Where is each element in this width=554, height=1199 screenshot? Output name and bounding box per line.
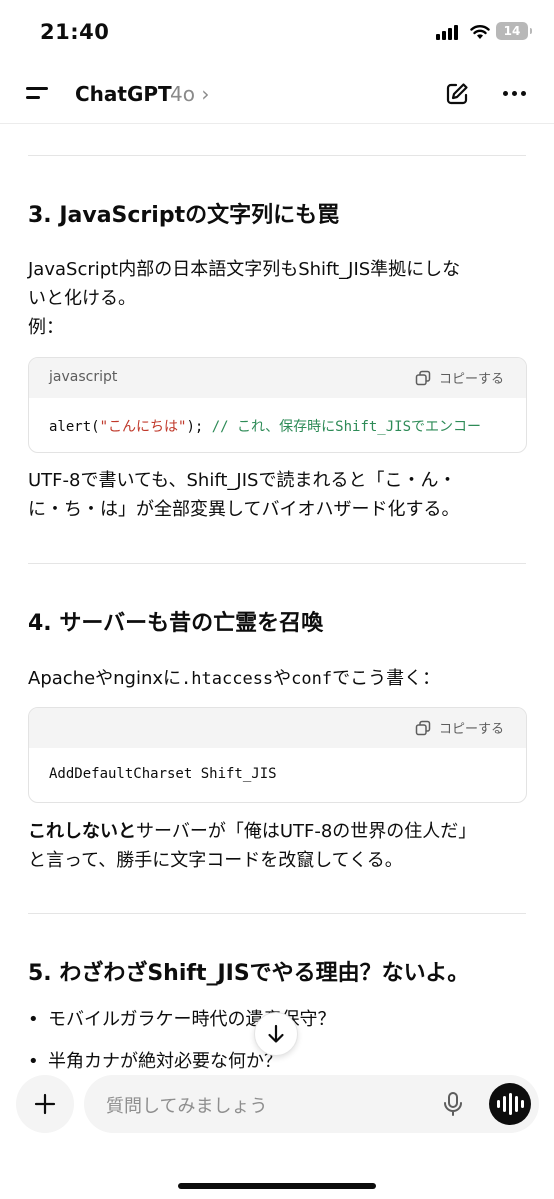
chevron-right-icon: › — [201, 82, 210, 106]
code-token: alert( — [49, 419, 100, 435]
signal-icon — [436, 24, 458, 40]
paragraph-line: JavaScript内部の日本語文字列もShift_JIS準拠にしな — [28, 259, 461, 280]
copy-label: コピーする — [438, 722, 504, 737]
paragraph-js: JavaScript内部の日本語文字列もShift_JIS準拠にしな いと化ける… — [28, 255, 528, 342]
copy-button[interactable]: コピーする — [415, 718, 504, 737]
code-block-server: コピーする AddDefaultCharset Shift_JIS — [28, 707, 527, 803]
code-block-header: コピーする — [29, 708, 526, 748]
bold-text: これしないと — [28, 821, 136, 842]
inline-code: conf — [291, 669, 333, 689]
copy-icon — [415, 370, 431, 385]
code-line: AddDefaultCharset Shift_JIS — [49, 766, 277, 782]
text-run: Apacheやnginxに — [28, 668, 182, 689]
home-indicator — [178, 1183, 376, 1189]
arrow-down-icon — [268, 1024, 284, 1043]
paragraph-line: と言って、勝手に文字コードを改竄してくる。 — [28, 850, 403, 871]
paragraph-line: 例： — [28, 317, 64, 338]
copy-icon — [415, 720, 431, 735]
code-language: javascript — [49, 369, 118, 385]
more-icon[interactable] — [503, 91, 526, 96]
paragraph-line: いと化ける。 — [28, 288, 136, 309]
divider — [28, 913, 526, 914]
mic-icon[interactable] — [442, 1091, 464, 1117]
code-token: ); — [186, 419, 204, 435]
paragraph-line: UTF-8で書いても、Shift_JISで読まれると「こ・ん・ — [28, 470, 457, 491]
app-title[interactable]: ChatGPT — [75, 82, 172, 106]
section-heading-reason: 5. わざわざShift_JISでやる理由？ないよ。 — [28, 961, 470, 986]
code-string: "こんにちは" — [99, 419, 187, 435]
code-body: alert("こんにちは"); // これ、保存時にShift_JISでエンコー — [29, 398, 526, 452]
text-run: サーバーが「俺はUTF-8の世界の住人だ」 — [136, 821, 477, 842]
paragraph-server-after: これしないとサーバーが「俺はUTF-8の世界の住人だ」 と言って、勝手に文字コー… — [28, 817, 528, 875]
paragraph-line: に・ち・は」が全部変異してバイオハザード化する。 — [28, 499, 460, 520]
scroll-to-bottom-button[interactable] — [254, 1012, 298, 1056]
divider — [28, 155, 526, 156]
model-selector[interactable]: 4o › — [170, 82, 209, 106]
status-bar: 21:40 14 — [0, 0, 554, 62]
battery-icon: 14 — [496, 22, 532, 40]
status-time: 21:40 — [40, 20, 110, 44]
paragraph-line: これしないとサーバーが「俺はUTF-8の世界の住人だ」 — [28, 817, 528, 846]
code-comment: // これ、保存時にShift_JISでエンコー — [211, 419, 482, 435]
paragraph-server: Apacheやnginxに.htaccessやconfでこう書く： — [28, 664, 528, 694]
plus-icon — [34, 1093, 56, 1115]
input-placeholder: 質問してみましょう — [106, 1096, 268, 1117]
voice-mode-button[interactable] — [489, 1083, 531, 1125]
menu-icon[interactable] — [26, 84, 50, 102]
section-heading-js: 3. JavaScriptの文字列にも罠 — [28, 203, 340, 228]
composer: 質問してみましょう — [0, 1075, 554, 1199]
chat-content: 3. JavaScriptの文字列にも罠 JavaScript内部の日本語文字列… — [0, 125, 554, 1075]
code-line: alert("こんにちは"); // これ、保存時にShift_JISでエンコー — [49, 416, 481, 436]
text-run: でこう書く： — [332, 668, 441, 689]
code-body: AddDefaultCharset Shift_JIS — [29, 748, 526, 802]
code-block-js: javascript コピーする alert("こんにちは"); // これ、保… — [28, 357, 527, 453]
wifi-icon — [470, 25, 490, 39]
paragraph-js-after: UTF-8で書いても、Shift_JISで読まれると「こ・ん・ に・ち・は」が全… — [28, 466, 528, 524]
edit-icon[interactable] — [444, 81, 470, 107]
code-block-header: javascript コピーする — [29, 358, 526, 398]
divider — [28, 563, 526, 564]
attach-button[interactable] — [16, 1075, 74, 1133]
text-run: や — [273, 668, 292, 689]
chat-header: ChatGPT 4o › — [0, 62, 554, 124]
message-input[interactable]: 質問してみましょう — [84, 1075, 539, 1133]
inline-code: .htaccess — [181, 669, 274, 689]
copy-button[interactable]: コピーする — [415, 368, 504, 387]
copy-label: コピーする — [438, 372, 504, 387]
section-heading-server: 4. サーバーも昔の亡霊を召喚 — [28, 611, 324, 636]
model-label: 4o — [170, 82, 195, 106]
